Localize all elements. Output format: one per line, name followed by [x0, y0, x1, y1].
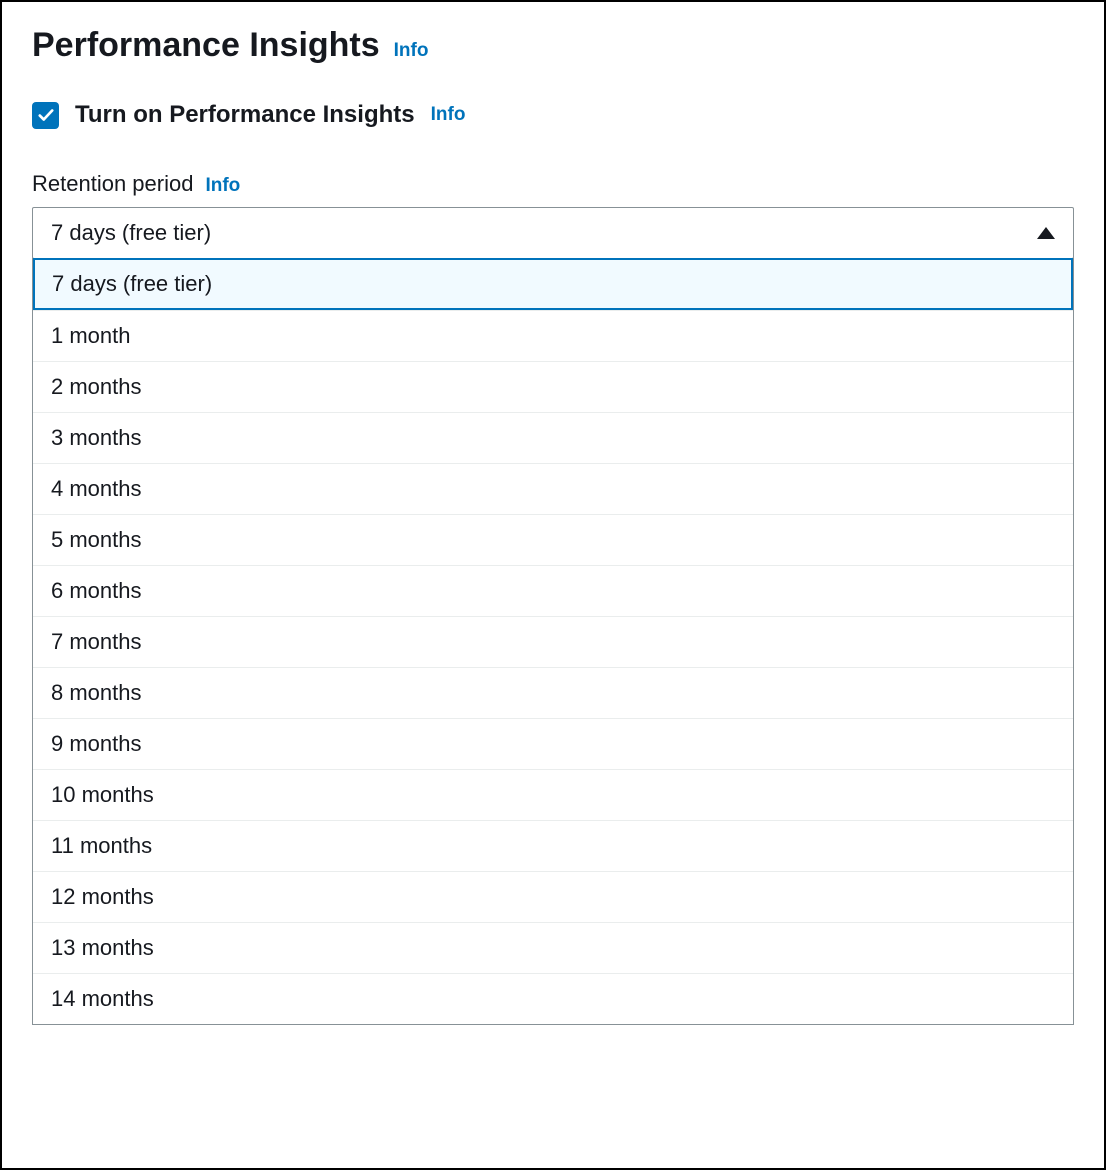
retention-select-wrap: 7 days (free tier) 7 days (free tier)1 m… — [32, 207, 1074, 1025]
retention-option[interactable]: 1 month — [33, 310, 1073, 361]
checkmark-icon — [37, 106, 55, 124]
enable-checkbox-row: Turn on Performance Insights Info — [32, 101, 1074, 129]
section-info-link[interactable]: Info — [394, 40, 429, 62]
performance-insights-panel: Performance Insights Info Turn on Perfor… — [0, 0, 1106, 1170]
enable-info-link[interactable]: Info — [431, 104, 466, 126]
retention-option[interactable]: 7 months — [33, 616, 1073, 667]
retention-option[interactable]: 5 months — [33, 514, 1073, 565]
retention-option[interactable]: 3 months — [33, 412, 1073, 463]
retention-option[interactable]: 9 months — [33, 718, 1073, 769]
retention-option[interactable]: 13 months — [33, 922, 1073, 973]
caret-up-icon — [1037, 227, 1055, 239]
retention-option[interactable]: 11 months — [33, 820, 1073, 871]
retention-option[interactable]: 10 months — [33, 769, 1073, 820]
retention-option[interactable]: 6 months — [33, 565, 1073, 616]
retention-selected-value: 7 days (free tier) — [51, 220, 211, 246]
retention-option[interactable]: 12 months — [33, 871, 1073, 922]
enable-checkbox[interactable] — [32, 102, 59, 129]
retention-info-link[interactable]: Info — [205, 175, 240, 197]
enable-checkbox-label: Turn on Performance Insights — [75, 101, 415, 129]
retention-select[interactable]: 7 days (free tier) — [32, 207, 1074, 259]
retention-option[interactable]: 4 months — [33, 463, 1073, 514]
retention-option[interactable]: 14 months — [33, 973, 1073, 1024]
retention-label: Retention period — [32, 171, 193, 197]
section-title: Performance Insights — [32, 26, 380, 65]
retention-label-row: Retention period Info — [32, 171, 1074, 197]
retention-dropdown: 7 days (free tier)1 month2 months3 month… — [32, 258, 1074, 1025]
retention-option[interactable]: 8 months — [33, 667, 1073, 718]
section-heading-row: Performance Insights Info — [32, 26, 1074, 65]
retention-option[interactable]: 2 months — [33, 361, 1073, 412]
retention-option[interactable]: 7 days (free tier) — [33, 258, 1073, 310]
